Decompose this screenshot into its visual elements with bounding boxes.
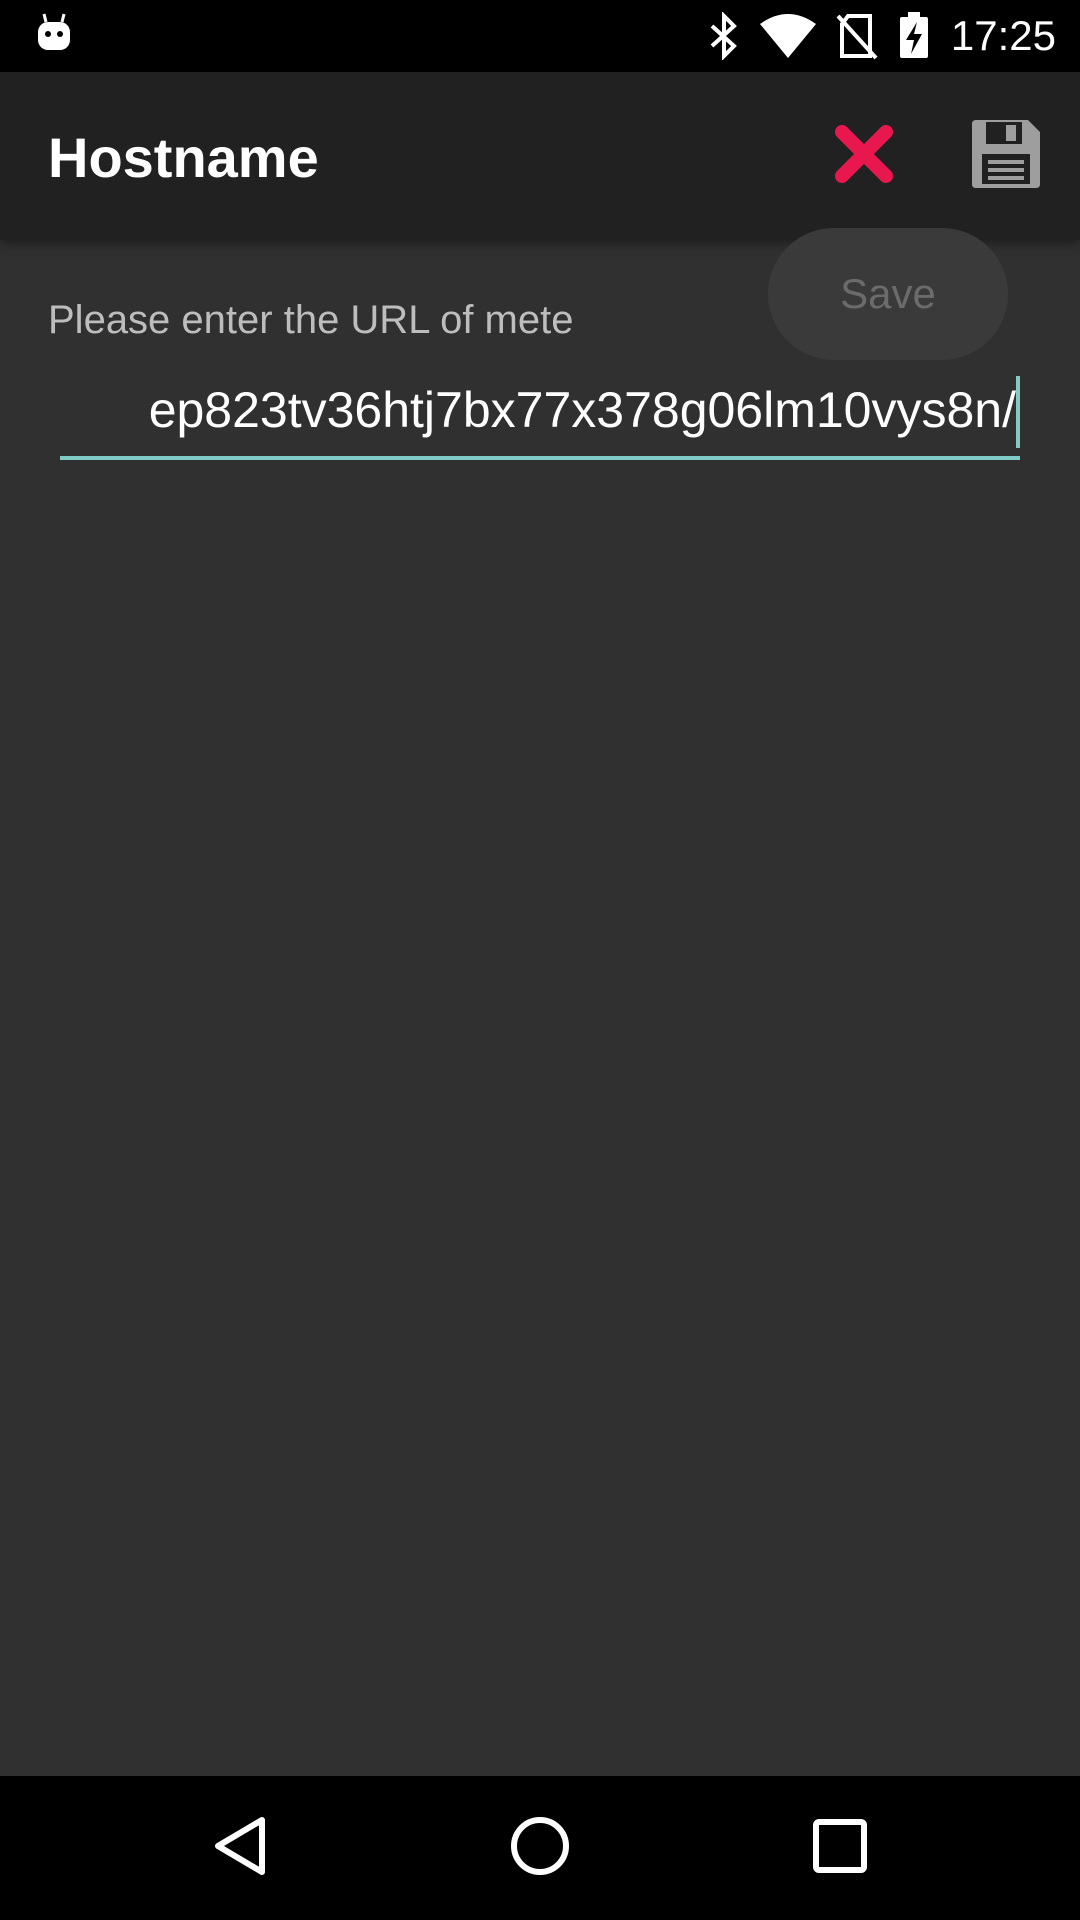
- close-icon: [832, 122, 896, 191]
- recents-icon: [808, 1814, 872, 1883]
- dialog-content: Please enter the URL of mete ep823tv36ht…: [0, 240, 1080, 1776]
- battery-charging-icon: [898, 12, 930, 65]
- recents-button[interactable]: [804, 1812, 876, 1884]
- app-bar: Hostname: [0, 72, 1080, 240]
- save-tooltip: Save: [768, 228, 1008, 360]
- url-prompt-label: Please enter the URL of mete: [48, 298, 574, 342]
- save-tooltip-label: Save: [840, 270, 936, 317]
- no-sim-icon: [836, 12, 878, 65]
- page-title: Hostname: [48, 126, 319, 189]
- save-button[interactable]: [966, 116, 1046, 196]
- wifi-icon: [758, 12, 818, 65]
- back-icon: [208, 1814, 272, 1883]
- text-cursor: [1016, 376, 1020, 448]
- back-button[interactable]: [204, 1812, 276, 1884]
- bluetooth-icon: [706, 11, 742, 65]
- floppy-disk-icon: [970, 118, 1042, 195]
- hostname-url-input[interactable]: ep823tv36htj7bx77x378g06lm10vys8n/: [60, 372, 1020, 460]
- status-time: 17:25: [950, 12, 1056, 59]
- navigation-bar: [0, 1776, 1080, 1920]
- discard-button[interactable]: [824, 116, 904, 196]
- android-notification-icon: [36, 12, 72, 61]
- status-bar: 17:25: [0, 0, 1080, 72]
- home-button[interactable]: [504, 1812, 576, 1884]
- home-icon: [508, 1814, 572, 1883]
- hostname-url-value[interactable]: ep823tv36htj7bx77x378g06lm10vys8n/: [149, 380, 1016, 440]
